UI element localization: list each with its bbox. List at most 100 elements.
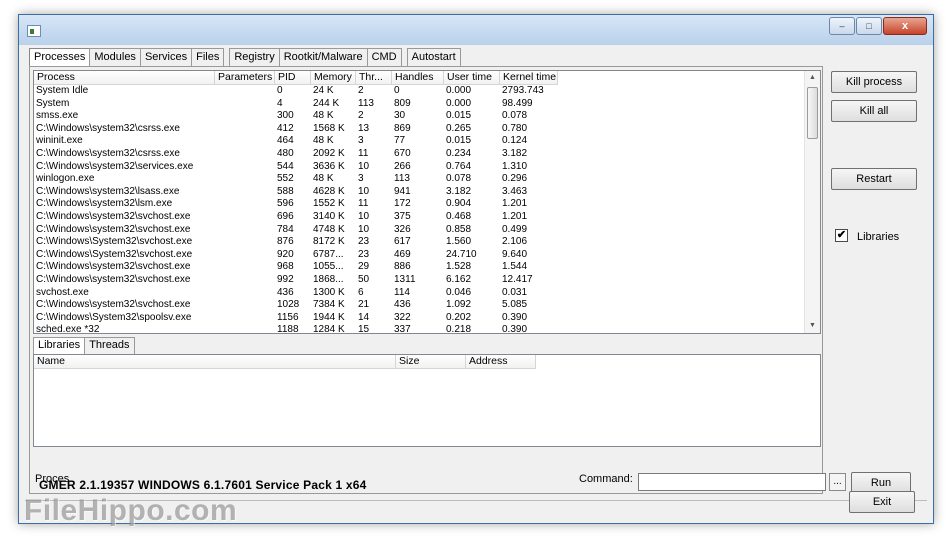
cell-kernel-time: 0.780 xyxy=(502,122,528,134)
restart-button[interactable]: Restart xyxy=(831,168,917,190)
exit-button[interactable]: Exit xyxy=(849,491,915,513)
cell-memory: 1944 K xyxy=(313,311,345,323)
tab-services[interactable]: Services xyxy=(139,48,193,66)
cell-pid: 0 xyxy=(277,85,283,96)
cell-threads: 14 xyxy=(358,311,370,323)
cell-pid: 544 xyxy=(277,160,294,172)
cell-kernel-time: 3.463 xyxy=(502,185,528,197)
cell-threads: 6 xyxy=(358,286,364,298)
libraries-list[interactable]: Name Size Address xyxy=(33,354,821,447)
cell-user-time: 0.858 xyxy=(446,223,472,235)
column-header-user-time[interactable]: User time xyxy=(444,71,500,85)
cell-parameters xyxy=(215,173,275,186)
minimize-button[interactable]: ‒ xyxy=(829,17,855,35)
tab-processes[interactable]: Processes xyxy=(29,48,91,67)
tab-libraries[interactable]: Libraries xyxy=(33,337,86,354)
libraries-checkbox[interactable]: ✔ xyxy=(835,229,848,242)
tab-files[interactable]: Files xyxy=(191,48,225,66)
table-row[interactable]: wininit.exe 464 48 K 3 77 0.015 0.124 xyxy=(34,135,806,148)
table-row[interactable]: System 4 244 K 113 809 0.000 98.499 xyxy=(34,98,806,111)
table-row[interactable]: winlogon.exe 552 48 K 3 113 0.078 0.296 xyxy=(34,173,806,186)
cell-memory: 1300 K xyxy=(313,286,345,298)
cell-user-time: 0.000 xyxy=(446,85,472,96)
cell-memory: 1868... xyxy=(313,273,344,285)
browse-button[interactable]: ... xyxy=(829,473,846,491)
cell-process: svchost.exe xyxy=(36,286,89,298)
scroll-down-arrow-icon[interactable]: ▼ xyxy=(805,319,820,333)
cell-memory: 7384 K xyxy=(313,299,345,311)
table-row[interactable]: C:\Windows\System32\svchost.exe 876 8172 K… xyxy=(34,236,806,249)
cell-pid: 412 xyxy=(277,122,294,134)
cell-process: System Idle xyxy=(36,85,89,96)
version-text: GMER 2.1.19357 WINDOWS 6.1.7601 Service … xyxy=(39,478,367,492)
tab-threads[interactable]: Threads xyxy=(84,337,135,354)
table-row[interactable]: C:\Windows\system32\lsm.exe 596 1552 K 11 17… xyxy=(34,198,806,211)
cell-user-time: 0.468 xyxy=(446,210,472,222)
table-row[interactable]: sched.exe *32 1188 1284 K 15 337 0.218 0.390 xyxy=(34,324,806,334)
column-header-process[interactable]: Process xyxy=(34,71,215,85)
cell-handles: 809 xyxy=(394,97,411,109)
cell-pid: 588 xyxy=(277,185,294,197)
cell-memory: 4628 K xyxy=(313,185,345,197)
tab-autostart[interactable]: Autostart xyxy=(406,48,461,66)
table-row[interactable]: svchost.exe 436 1300 K 6 114 0.046 0.031 xyxy=(34,287,806,300)
cell-kernel-time: 2.106 xyxy=(502,236,528,248)
scroll-up-arrow-icon[interactable]: ▲ xyxy=(805,71,820,85)
table-row[interactable]: C:\Windows\System32\spoolsv.exe 1156 1944 … xyxy=(34,312,806,325)
table-row[interactable]: C:\Windows\system32\svchost.exe 784 4748 K… xyxy=(34,224,806,237)
command-input[interactable] xyxy=(638,473,826,491)
table-row[interactable]: C:\Windows\system32\svchost.exe 1028 7384 … xyxy=(34,299,806,312)
cell-kernel-time: 0.390 xyxy=(502,324,528,334)
kill-process-button[interactable]: Kill process xyxy=(831,71,917,93)
column-header-name[interactable]: Name xyxy=(34,355,396,369)
tab-registry[interactable]: Registry xyxy=(229,48,280,66)
column-header-address[interactable]: Address xyxy=(466,355,536,369)
main-tabs: Processes Modules Services Files Registr… xyxy=(29,48,461,67)
table-row[interactable]: C:\Windows\system32\svchost.exe 696 3140 K… xyxy=(34,211,806,224)
close-button[interactable]: x xyxy=(883,17,927,35)
table-row[interactable]: C:\Windows\system32\csrss.exe 480 2092 K 11… xyxy=(34,148,806,161)
column-header-threads[interactable]: Thr... xyxy=(356,71,392,85)
cell-parameters xyxy=(215,148,275,161)
cell-pid: 784 xyxy=(277,223,294,235)
cell-threads: 13 xyxy=(358,122,370,134)
cell-process: C:\Windows\System32\svchost.exe xyxy=(36,248,193,260)
cell-memory: 1552 K xyxy=(313,198,345,210)
table-row[interactable]: System Idle 0 24 K 2 0 0.000 2793.743 xyxy=(34,85,806,98)
cell-pid: 300 xyxy=(277,110,294,122)
tab-modules[interactable]: Modules xyxy=(89,48,141,66)
table-row[interactable]: C:\Windows\system32\csrss.exe 412 1568 K 13… xyxy=(34,123,806,136)
maximize-button[interactable]: □ xyxy=(856,17,882,35)
column-header-handles[interactable]: Handles xyxy=(392,71,444,85)
table-row[interactable]: C:\Windows\system32\lsass.exe 588 4628 K 10… xyxy=(34,186,806,199)
column-header-size[interactable]: Size xyxy=(396,355,466,369)
cell-user-time: 0.000 xyxy=(446,97,472,109)
cell-kernel-time: 0.124 xyxy=(502,135,528,147)
cell-handles: 322 xyxy=(394,311,411,323)
title-bar[interactable]: ‒ □ x xyxy=(19,15,933,45)
table-row[interactable]: C:\Windows\system32\svchost.exe 992 1868..… xyxy=(34,274,806,287)
column-header-pid[interactable]: PID xyxy=(275,71,311,85)
table-row[interactable]: C:\Windows\System32\svchost.exe 920 6787..… xyxy=(34,249,806,262)
cell-memory: 244 K xyxy=(313,97,340,109)
process-list-scrollbar[interactable]: ▲ ▼ xyxy=(804,71,820,333)
column-header-kernel-time[interactable]: Kernel time xyxy=(500,71,558,85)
tab-rootkit-malware[interactable]: Rootkit/Malware xyxy=(278,48,368,66)
table-row[interactable]: C:\Windows\system32\svchost.exe 968 1055..… xyxy=(34,261,806,274)
column-header-memory[interactable]: Memory xyxy=(311,71,356,85)
process-list[interactable]: Process Parameters PID Memory Thr... Handles U… xyxy=(33,70,821,334)
tab-cmd[interactable]: CMD xyxy=(366,48,402,66)
table-row[interactable]: smss.exe 300 48 K 2 30 0.015 0.078 xyxy=(34,110,806,123)
filehippo-watermark: FileHippo.com xyxy=(24,494,238,527)
cell-pid: 552 xyxy=(277,173,294,185)
table-row[interactable]: C:\Windows\system32\services.exe 544 3636 … xyxy=(34,161,806,174)
cell-process: smss.exe xyxy=(36,110,79,122)
cell-user-time: 0.234 xyxy=(446,147,472,159)
cell-threads: 23 xyxy=(358,236,370,248)
scrollbar-thumb[interactable] xyxy=(807,87,818,139)
cell-parameters xyxy=(215,198,275,211)
cell-kernel-time: 12.417 xyxy=(502,273,533,285)
kill-all-button[interactable]: Kill all xyxy=(831,100,917,122)
cell-pid: 464 xyxy=(277,135,294,147)
column-header-parameters[interactable]: Parameters xyxy=(215,71,275,85)
